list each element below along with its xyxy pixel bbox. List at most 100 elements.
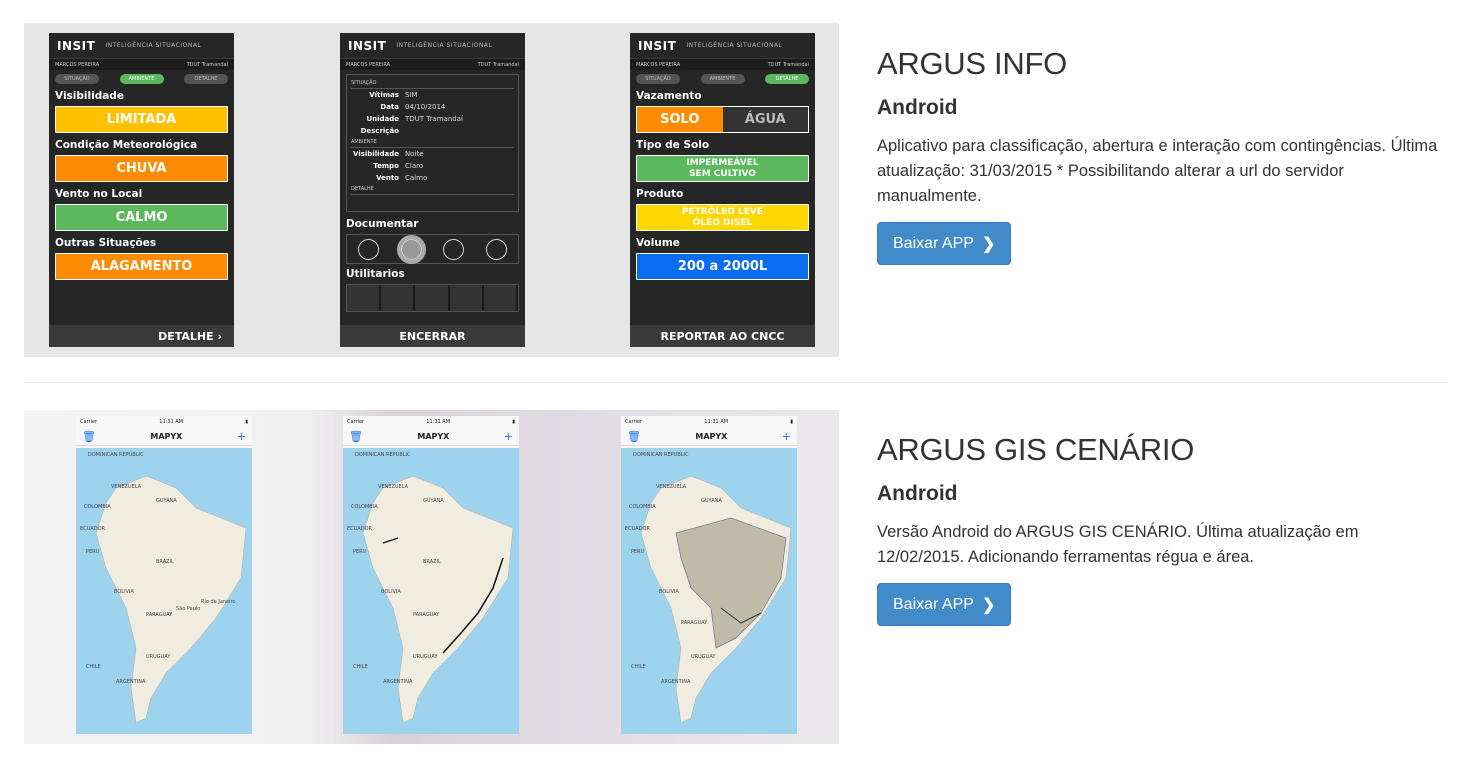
circle-icon — [443, 238, 465, 260]
south-america-map[interactable]: DOMINICAN REPUBLIC VENEZUELA GUYANA COLO… — [343, 448, 519, 734]
argus-info-screenshots: INSIT INTELIGÊNCIA SITUACIONAL MARCOS PE… — [24, 23, 839, 357]
status-bar: Carrier 11:31 AM ▮ — [80, 419, 248, 425]
tab-ambiente: AMBIENTE — [700, 74, 745, 84]
tab-ambiente: AMBIENTE — [119, 74, 164, 84]
argus-info-details: ARGUS INFO Android Aplicativo para class… — [877, 46, 1447, 265]
map-label: GUYANA — [156, 498, 177, 504]
map-label: BRAZIL — [423, 559, 441, 565]
download-button[interactable]: Baixar APP ❯ — [877, 222, 1012, 265]
tab-situacao: SITUAÇÃO — [55, 74, 99, 84]
field-label: Vento no Local — [55, 188, 143, 200]
map-label: COLOMBIA — [351, 504, 378, 510]
user-name: MARCOS PEREIRA — [346, 61, 391, 68]
map-nav-bar: 🗑 MAPYX + — [76, 428, 252, 446]
map-label: URUGUAY — [146, 654, 171, 660]
tab-detalhe: DETALHE — [765, 74, 809, 84]
map-label: GUYANA — [423, 498, 444, 504]
map-nav-bar: 🗑 MAPYX + — [621, 428, 797, 446]
map-label: BOLIVIA — [114, 589, 134, 595]
battery-icon: ▮ — [512, 419, 515, 425]
map-svg: DOMINICAN REPUBLIC VENEZUELA GUYANA COLO… — [625, 452, 792, 724]
summary-row: Tempo Claro — [373, 162, 424, 170]
map-label: PERU — [353, 549, 367, 555]
app-platform: Android — [877, 96, 958, 119]
circle-icon — [357, 238, 379, 260]
section-detalhe: DETALHE — [351, 184, 514, 195]
map-label: ECUADOR — [80, 526, 106, 532]
insit-logo: INSIT — [57, 38, 96, 53]
nav-title: MAPYX — [417, 432, 450, 441]
app-header: INSIT INTELIGÊNCIA SITUACIONAL — [49, 33, 234, 59]
field-label: Visibilidade — [55, 90, 124, 102]
summary-row: Data 04/10/2014 — [380, 103, 446, 111]
map-label: PARAGUAY — [413, 612, 440, 618]
download-button[interactable]: Baixar APP ❯ — [877, 583, 1012, 626]
insit-logo: INSIT — [348, 38, 387, 53]
map-label: BRAZIL — [156, 559, 174, 565]
south-america-map[interactable]: DOMINICAN REPUBLIC VENEZUELA GUYANA COLO… — [76, 448, 252, 734]
trash-icon[interactable]: 🗑 — [627, 430, 641, 443]
app-platform: Android — [877, 482, 958, 505]
app-title: ARGUS INFO — [877, 46, 1067, 81]
plus-icon[interactable]: + — [237, 430, 246, 443]
map-label: PARAGUAY — [681, 620, 708, 626]
map-label: PERU — [86, 549, 100, 555]
field-label: Tipo de Solo — [636, 139, 710, 151]
download-label: Baixar APP — [893, 234, 974, 252]
option-agua: ÁGUA — [722, 107, 808, 132]
tagline: INTELIGÊNCIA SITUACIONAL — [105, 42, 202, 49]
user-name: MARCOS PEREIRA — [55, 61, 100, 68]
trash-icon[interactable]: 🗑 — [82, 430, 96, 443]
argus-gis-details: ARGUS GIS CENÁRIO Android Versão Android… — [877, 432, 1447, 626]
user-bar: MARCOS PEREIRA TDUT Tramandaí — [630, 59, 815, 70]
section-situacao: SITUAÇÃO — [351, 78, 514, 89]
summary-row: Descrição — [360, 127, 399, 135]
map-label: COLOMBIA — [84, 504, 111, 510]
leak-toggle: SOLO ÁGUA — [636, 106, 809, 133]
field-label: Outras Situações — [55, 237, 157, 249]
map-label: COLOMBIA — [629, 504, 656, 510]
south-america-map[interactable]: DOMINICAN REPUBLIC VENEZUELA GUYANA COLO… — [621, 448, 797, 734]
app-header: INSIT INTELIGÊNCIA SITUACIONAL — [630, 33, 815, 59]
field-label: Condição Meteorológica — [55, 139, 198, 151]
map-label: BOLIVIA — [381, 589, 401, 595]
user-bar: MARCOS PEREIRA TDUT Tramandaí — [49, 59, 234, 70]
utilitarios-label: Utilitarios — [346, 268, 405, 280]
tagline: INTELIGÊNCIA SITUACIONAL — [686, 42, 783, 49]
map-label: ARGENTINA — [661, 679, 691, 685]
plus-icon[interactable]: + — [782, 430, 791, 443]
app-header: INSIT INTELIGÊNCIA SITUACIONAL — [340, 33, 525, 59]
field-label: Produto — [636, 188, 684, 200]
field-label: Vazamento — [636, 90, 702, 102]
map-label: URUGUAY — [413, 654, 438, 660]
map-label: São Paulo — [176, 606, 200, 612]
tagline: INTELIGÊNCIA SITUACIONAL — [396, 42, 493, 49]
app-description: Versão Android do ARGUS GIS CENÁRIO. Últ… — [877, 523, 1359, 566]
map-label: CHILE — [631, 664, 646, 670]
unit-name: TDUT Tramandaí — [477, 61, 519, 68]
map-nav-bar: 🗑 MAPYX + — [343, 428, 519, 446]
wind-value: CALMO — [55, 204, 228, 231]
map-label: ECUADOR — [347, 526, 373, 532]
battery-icon: ▮ — [245, 419, 248, 425]
summary-row: Unidade TDUT Tramandaí — [366, 115, 463, 123]
circle-icon — [396, 234, 426, 264]
battery-icon: ▮ — [790, 419, 793, 425]
map-label: PERU — [631, 549, 645, 555]
visibility-value: LIMITADA — [55, 106, 228, 133]
document-options — [346, 234, 519, 264]
volume-value: 200 a 2000L — [636, 253, 809, 280]
user-bar: MARCOS PEREIRA TDUT Tramandaí — [340, 59, 525, 70]
phone-screen-vazamento: INSIT INTELIGÊNCIA SITUACIONAL MARCOS PE… — [630, 33, 815, 347]
app-description: Aplicativo para classificação, abertura … — [877, 137, 1438, 205]
map-phone-1: Carrier 11:31 AM ▮ 🗑 MAPYX + DOMINICAN REP… — [76, 416, 252, 734]
map-svg: DOMINICAN REPUBLIC VENEZUELA GUYANA COLO… — [347, 452, 514, 724]
nav-title: MAPYX — [150, 432, 183, 441]
argus-gis-screenshots: Carrier 11:31 AM ▮ 🗑 MAPYX + DOMINICAN REP… — [24, 410, 839, 744]
documentar-label: Documentar — [346, 218, 419, 230]
plus-icon[interactable]: + — [504, 430, 513, 443]
unit-name: TDUT Tramandaí — [767, 61, 809, 68]
map-label: DOMINICAN REPUBLIC — [88, 452, 144, 458]
map-label: GUYANA — [701, 498, 722, 504]
trash-icon[interactable]: 🗑 — [349, 430, 363, 443]
